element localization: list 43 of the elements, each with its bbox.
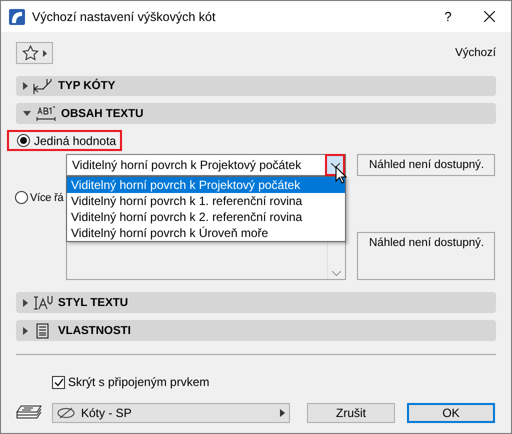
radio-button[interactable]: Jediná hodnota xyxy=(7,130,122,151)
favorites-button[interactable] xyxy=(16,42,53,64)
help-button[interactable]: ? xyxy=(438,9,458,24)
eye-crossed-icon xyxy=(57,407,75,419)
dialog-button[interactable]: Zrušit xyxy=(307,403,395,423)
preview-box: Náhled není dostupný. xyxy=(357,232,495,280)
panel-header[interactable]: VLASTNOSTI xyxy=(16,320,496,341)
expand-triangle-icon[interactable] xyxy=(23,298,28,306)
panel-title: TYP KÓTY xyxy=(58,80,116,92)
text-dimension-icon xyxy=(36,106,56,122)
checkmark-icon xyxy=(54,378,64,386)
radio-button[interactable]: Více řá xyxy=(5,187,66,208)
close-icon[interactable] xyxy=(484,11,495,22)
app-logo-icon xyxy=(9,8,25,24)
dialog-button[interactable]: OK xyxy=(407,403,495,423)
panel-title: STYL TEXTU xyxy=(58,296,128,308)
radio-icon xyxy=(15,191,28,204)
expand-triangle-icon[interactable] xyxy=(23,326,28,334)
panel-header[interactable]: TYP KÓTY xyxy=(16,76,496,96)
radio-icon xyxy=(17,134,30,147)
dropdown-arrow-button[interactable] xyxy=(325,154,345,176)
triangle-icon xyxy=(280,409,285,417)
window-title: Výchozí nastavení výškových kót xyxy=(32,10,216,24)
hide-with-element-checkbox[interactable]: Skrýt s připojeným prvkem xyxy=(52,375,210,389)
chevron-down-icon xyxy=(330,162,340,168)
dimension-arrow-icon xyxy=(33,78,53,94)
panel-title: OBSAH TEXTU xyxy=(61,108,144,120)
dropdown-option[interactable]: Viditelný horní povrch k 1. referenční rovina xyxy=(67,193,345,209)
dropdown-option[interactable]: Viditelný horní povrch k Projektový počátek xyxy=(67,177,345,193)
dropdown-option[interactable]: Viditelný horní povrch k Úroveň moře xyxy=(67,225,345,241)
dropdown-option[interactable]: Viditelný horní povrch k 2. referenční rovina xyxy=(67,209,345,225)
preview-box: Náhled není dostupný. xyxy=(357,154,495,176)
value-dropdown[interactable]: Viditelný horní povrch k Projektový počátek xyxy=(66,154,346,176)
layer-dropdown[interactable]: Kóty - SP xyxy=(52,403,290,423)
panel-header[interactable]: OBSAH TEXTU xyxy=(16,103,496,124)
panel-header[interactable]: STYL TEXTU xyxy=(16,292,496,313)
panel-title: VLASTNOSTI xyxy=(58,324,131,336)
text-style-icon xyxy=(33,294,53,310)
collapse-triangle-icon[interactable] xyxy=(23,111,31,116)
triangle-icon xyxy=(43,50,47,56)
expand-triangle-icon[interactable] xyxy=(23,82,28,90)
preset-label: Výchozí xyxy=(455,47,496,59)
star-icon xyxy=(22,45,39,61)
